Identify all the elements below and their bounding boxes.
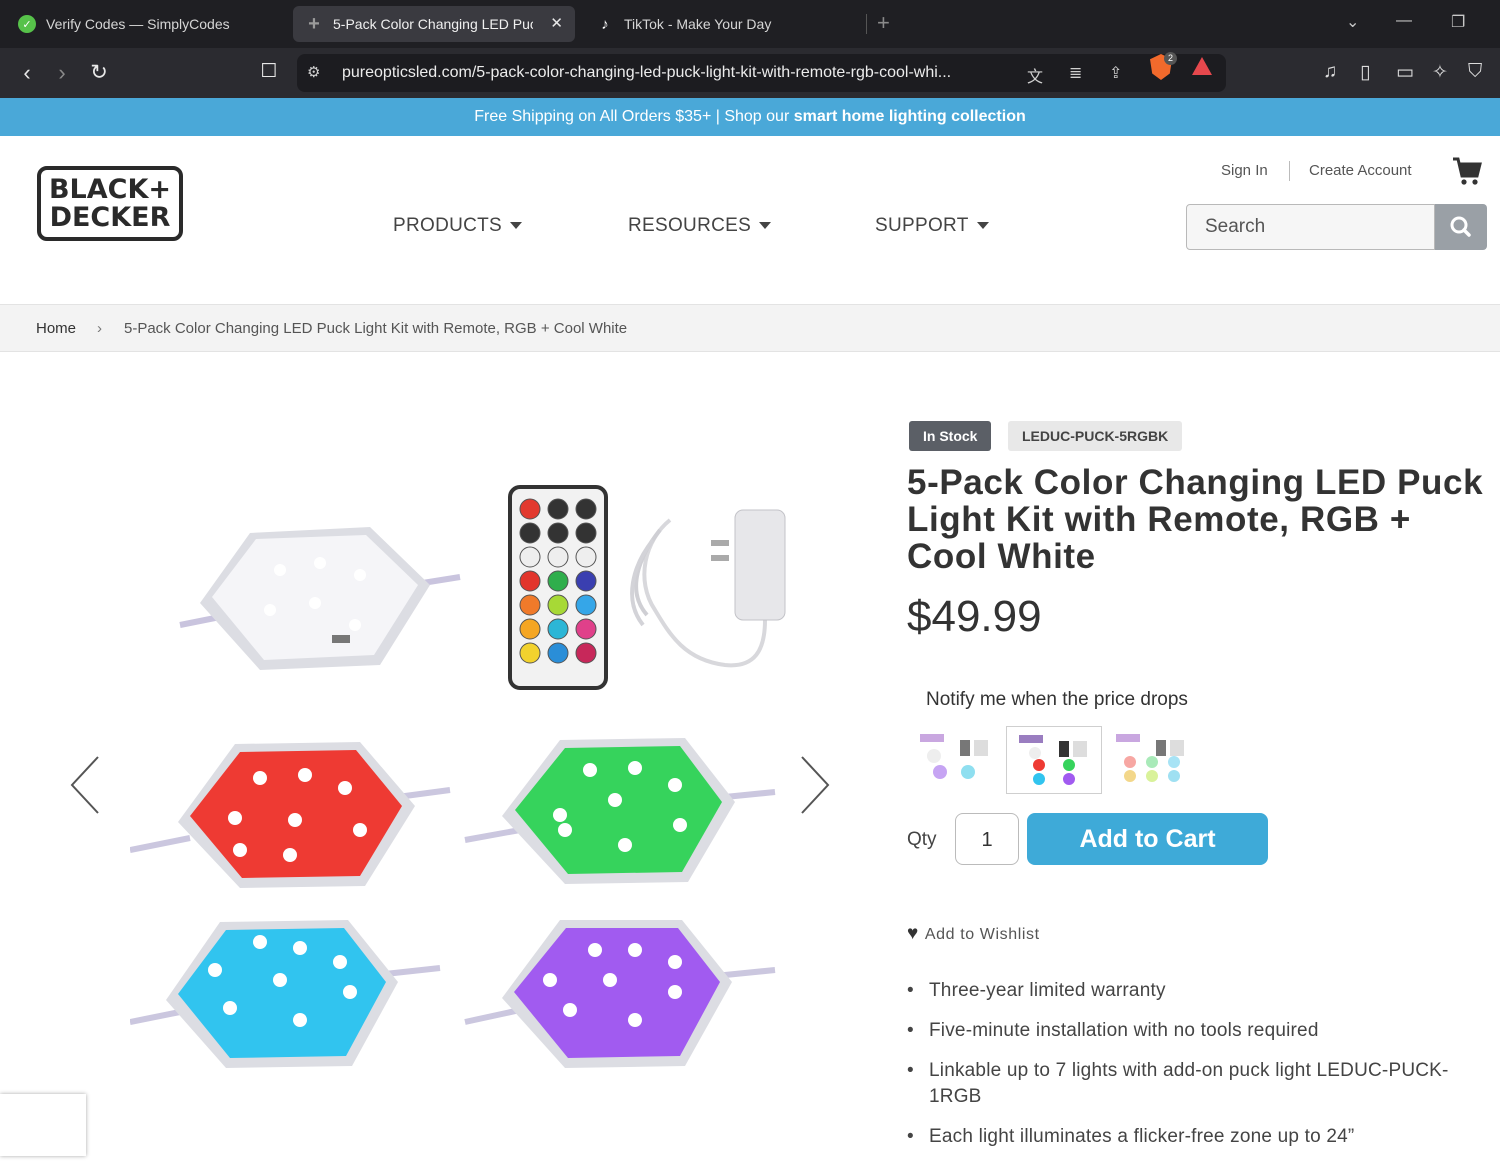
caret-down-icon	[759, 222, 772, 230]
site-favicon-icon: +	[308, 12, 320, 35]
nav-resources[interactable]: RESOURCES	[628, 215, 772, 237]
feature-item: Linkable up to 7 lights with add-on puck…	[907, 1058, 1467, 1110]
share-icon[interactable]: ⇪	[1109, 63, 1122, 83]
puck-light-cool-white	[179, 527, 461, 670]
sku-badge: LEDUC-PUCK-5RGBK	[1008, 421, 1183, 451]
bookmark-icon[interactable]: ☐	[256, 60, 282, 83]
minimize-icon[interactable]: —	[1396, 12, 1412, 30]
add-to-cart-button[interactable]: Add to Cart	[1027, 813, 1268, 865]
tab-simplycodes[interactable]: ✓ Verify Codes — SimplyCodes	[6, 6, 288, 42]
thumbnail-1[interactable]	[908, 726, 1004, 794]
thumbnail-image	[1019, 735, 1087, 785]
promo-text: Free Shipping on All Orders $35+ | Shop …	[474, 108, 794, 125]
reload-icon[interactable]: ↻	[86, 60, 112, 85]
heart-icon: ♥	[907, 923, 919, 944]
puck-light-red	[130, 742, 451, 888]
price-drop-notify-link[interactable]: Notify me when the price drops	[926, 689, 1188, 711]
tab-tiktok[interactable]: ♪ TikTok - Make Your Day	[584, 6, 866, 42]
logo-line-1: BLACK+	[48, 173, 172, 205]
brand-logo[interactable]: BLACK+ DECKER	[37, 166, 183, 241]
logo-line-2: DECKER	[49, 201, 171, 233]
breadcrumb: Home › 5-Pack Color Changing LED Puck Li…	[0, 304, 1500, 352]
close-tab-icon[interactable]: ✕	[550, 14, 563, 32]
nav-label: PRODUCTS	[393, 215, 503, 236]
feature-item: Each light illuminates a flicker-free zo…	[907, 1124, 1467, 1150]
quantity-input[interactable]: 1	[955, 813, 1019, 865]
caret-down-icon	[510, 222, 523, 230]
shields-count-badge: 2	[1164, 52, 1177, 65]
wishlist-label: Add to Wishlist	[924, 926, 1040, 943]
promo-banner: Free Shipping on All Orders $35+ | Shop …	[0, 98, 1500, 136]
tab-title: Verify Codes — SimplyCodes	[46, 16, 230, 32]
vpn-shield-icon[interactable]: ⛉	[1468, 61, 1482, 83]
feature-item: Three-year limited warranty	[907, 978, 1467, 1004]
new-tab-icon[interactable]: +	[877, 10, 890, 36]
stock-badge: In Stock	[909, 421, 992, 451]
thumbnail-2-selected[interactable]	[1006, 726, 1102, 794]
simplycodes-icon: ✓	[18, 15, 36, 33]
tab-title: 5-Pack Color Changing LED Puck Light Kit…	[333, 16, 533, 32]
create-account-link[interactable]: Create Account	[1309, 162, 1412, 179]
product-title: 5-Pack Color Changing LED Puck Light Kit…	[907, 463, 1484, 576]
search-input[interactable]: Search	[1186, 204, 1435, 250]
tiktok-icon: ♪	[601, 15, 609, 33]
feature-list: Three-year limited warranty Five-minute …	[907, 978, 1467, 1164]
address-bar[interactable]: ⚙ pureopticsled.com/5-pack-color-changin…	[297, 54, 1226, 92]
qty-label: Qty	[907, 829, 937, 850]
url-text: pureopticsled.com/5-pack-color-changing-…	[342, 64, 952, 81]
puck-light-green	[464, 738, 776, 884]
reader-mode-icon[interactable]: ≣	[1069, 63, 1082, 83]
caret-down-icon	[976, 222, 989, 230]
sign-in-link[interactable]: Sign In	[1221, 162, 1268, 179]
tab-title: TikTok - Make Your Day	[624, 16, 772, 32]
account-divider	[1289, 161, 1290, 181]
add-to-wishlist-link[interactable]: ♥ Add to Wishlist	[907, 923, 1040, 945]
site-settings-icon[interactable]: ⚙	[307, 63, 320, 81]
nav-label: SUPPORT	[875, 215, 969, 236]
forward-icon[interactable]: ›	[49, 60, 75, 86]
search-button[interactable]	[1435, 204, 1487, 250]
leo-ai-icon[interactable]: ✧	[1432, 61, 1448, 84]
tab-divider	[866, 14, 867, 34]
breadcrumb-current: 5-Pack Color Changing LED Puck Light Kit…	[124, 320, 628, 337]
brave-rewards-icon[interactable]	[1192, 57, 1212, 75]
sidebar-icon[interactable]: ▯	[1360, 61, 1370, 84]
nav-products[interactable]: PRODUCTS	[393, 215, 523, 237]
search-icon	[1450, 216, 1471, 237]
remote-control	[508, 485, 608, 690]
puck-light-purple	[464, 920, 776, 1068]
power-adapter	[630, 509, 786, 668]
browser-toolbar: ‹ › ↻ ☐ ⚙ pureopticsled.com/5-pack-color…	[0, 48, 1500, 98]
browser-tab-bar: ✓ Verify Codes — SimplyCodes + 5-Pack Co…	[0, 0, 1500, 48]
tab-product-active[interactable]: + 5-Pack Color Changing LED Puck Light K…	[293, 6, 575, 42]
thumbnail-3[interactable]	[1104, 726, 1200, 794]
breadcrumb-home[interactable]: Home	[36, 320, 76, 337]
cart-icon[interactable]	[1452, 156, 1482, 186]
feature-item: Five-minute installation with no tools r…	[907, 1018, 1467, 1044]
nav-label: RESOURCES	[628, 215, 752, 236]
chat-widget-corner[interactable]	[0, 1094, 86, 1156]
next-image-arrow-icon[interactable]	[800, 755, 830, 815]
thumbnail-image	[920, 734, 988, 779]
thumbnail-image	[1116, 734, 1184, 782]
promo-link[interactable]: smart home lighting collection	[794, 108, 1026, 125]
tab-list-chevron-icon[interactable]: ⌄	[1346, 12, 1359, 32]
restore-window-icon[interactable]: ❐	[1451, 12, 1465, 32]
nav-support[interactable]: SUPPORT	[875, 215, 989, 237]
media-icon[interactable]: ♫	[1323, 61, 1337, 83]
prev-image-arrow-icon[interactable]	[70, 755, 100, 815]
wallet-icon[interactable]: ▭	[1396, 61, 1414, 84]
translate-icon[interactable]: 文	[1027, 63, 1043, 87]
back-icon[interactable]: ‹	[14, 60, 40, 86]
product-price: $49.99	[907, 592, 1042, 641]
breadcrumb-chevron-icon: ›	[97, 320, 102, 337]
puck-light-blue	[130, 920, 441, 1068]
